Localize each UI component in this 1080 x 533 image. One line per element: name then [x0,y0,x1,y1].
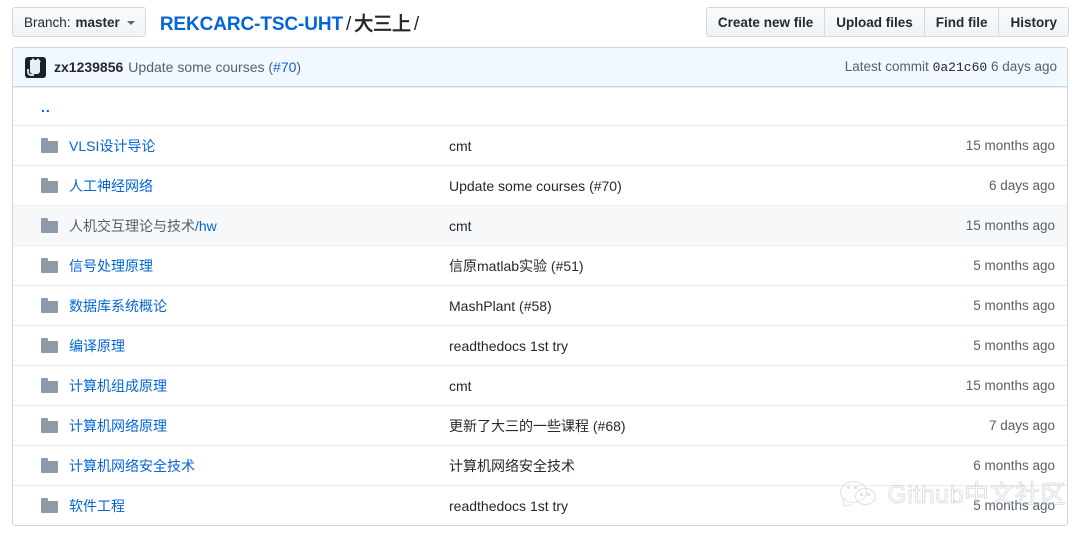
commit-sha[interactable]: 0a21c60 [933,60,988,75]
table-row[interactable]: 人机交互理论与技术/hw cmt 15 months ago [13,205,1067,245]
file-name-link[interactable]: 人机交互理论与技术/hw [69,216,217,236]
file-commit-message[interactable]: readthedocs 1st try [449,338,905,354]
file-name-cell: 编译原理 [25,336,449,356]
find-file-button[interactable]: Find file [925,7,1000,37]
file-age: 7 days ago [905,418,1055,433]
file-name-link[interactable]: 计算机网络原理 [69,416,167,436]
folder-icon [41,138,58,153]
file-name-cell: 计算机组成原理 [25,376,449,396]
breadcrumb-separator-2: / [411,14,422,35]
file-name-cell: VLSI设计导论 [25,136,449,156]
file-age: 15 months ago [905,138,1055,153]
file-browser: zx1239856 Update some courses (#70) Late… [12,47,1068,526]
breadcrumb: REKCARC-TSC-UHT/大三上/ [160,9,422,36]
folder-icon [41,178,58,193]
user-avatar[interactable] [25,57,46,78]
branch-label: Branch: [24,15,71,30]
upload-files-button[interactable]: Upload files [825,7,925,37]
file-name-link[interactable]: VLSI设计导论 [69,136,155,156]
table-row[interactable]: 软件工程 readthedocs 1st try 5 months ago [13,485,1067,525]
latest-commit-bar: zx1239856 Update some courses (#70) Late… [13,48,1067,87]
breadcrumb-current-folder: 大三上 [354,14,411,35]
folder-icon [41,458,58,473]
file-commit-message[interactable]: cmt [449,378,905,394]
folder-icon [41,218,58,233]
folder-icon [41,258,58,273]
breadcrumb-repo-link[interactable]: REKCARC-TSC-UHT [160,14,343,35]
history-button[interactable]: History [999,7,1069,37]
table-row[interactable]: 编译原理 readthedocs 1st try 5 months ago [13,325,1067,365]
table-row[interactable]: 信号处理原理 信原matlab实验 (#51) 5 months ago [13,245,1067,285]
file-name-cell: 信号处理原理 [25,256,449,276]
file-commit-message[interactable]: Update some courses (#70) [449,178,905,194]
file-age: 15 months ago [905,218,1055,233]
folder-icon [41,418,58,433]
parent-directory-link[interactable]: .. [25,99,51,115]
file-name-cell: 人工神经网络 [25,176,449,196]
table-row[interactable]: 数据库系统概论 MashPlant (#58) 5 months ago [13,285,1067,325]
file-name-cell: 人机交互理论与技术/hw [25,216,449,236]
commit-age: 6 days ago [991,59,1057,74]
file-age: 5 months ago [905,258,1055,273]
file-age: 5 months ago [905,498,1055,513]
file-name-link[interactable]: 信号处理原理 [69,256,153,276]
file-name-cell: 软件工程 [25,496,449,516]
file-name-link[interactable]: 数据库系统概论 [69,296,167,316]
file-name-cell: 计算机网络原理 [25,416,449,436]
file-name-child-part: /hw [195,218,217,234]
folder-icon [41,338,58,353]
repo-action-buttons: Create new file Upload files Find file H… [706,7,1069,37]
file-age: 6 months ago [905,458,1055,473]
file-age: 5 months ago [905,338,1055,353]
file-name-link[interactable]: 人工神经网络 [69,176,153,196]
file-commit-message[interactable]: 信原matlab实验 (#51) [449,256,905,276]
table-row[interactable]: 计算机网络原理 更新了大三的一些课程 (#68) 7 days ago [13,405,1067,445]
create-new-file-button[interactable]: Create new file [706,7,825,37]
file-commit-message[interactable]: readthedocs 1st try [449,498,905,514]
file-name-cell: 计算机网络安全技术 [25,456,449,476]
file-name-link[interactable]: 编译原理 [69,336,125,356]
commit-author[interactable]: zx1239856 [54,59,123,75]
file-name-link[interactable]: 计算机网络安全技术 [69,456,195,476]
branch-value: master [76,15,120,30]
file-commit-message[interactable]: cmt [449,218,905,234]
folder-icon [41,298,58,313]
file-name-link[interactable]: 软件工程 [69,496,125,516]
branch-selector-button[interactable]: Branch: master [12,7,146,37]
file-commit-message[interactable]: 更新了大三的一些课程 (#68) [449,416,905,436]
latest-commit-label: Latest commit [845,59,929,74]
file-age: 6 days ago [905,178,1055,193]
file-commit-message[interactable]: MashPlant (#58) [449,298,905,314]
folder-icon [41,498,58,513]
commit-issue-paren-close: ) [296,59,301,75]
file-name-cell: 数据库系统概论 [25,296,449,316]
commit-message: Update some courses (#70) [128,59,301,75]
table-row[interactable]: 计算机组成原理 cmt 15 months ago [13,365,1067,405]
latest-commit-info: Latest commit 0a21c60 6 days ago [845,59,1057,75]
file-age: 5 months ago [905,298,1055,313]
breadcrumb-separator-1: / [343,14,354,35]
file-name-parent-part: 人机交互理论与技术 [69,218,195,234]
commit-issue-link[interactable]: #70 [273,59,296,75]
file-name-link[interactable]: 计算机组成原理 [69,376,167,396]
table-row[interactable]: VLSI设计导论 cmt 15 months ago [13,125,1067,165]
chevron-down-icon [127,21,135,25]
repo-toolbar: Branch: master REKCARC-TSC-UHT/大三上/ Crea… [0,0,1080,44]
commit-message-text: Update some courses [128,59,264,75]
file-commit-message[interactable]: 计算机网络安全技术 [449,456,905,476]
table-row[interactable]: 人工神经网络 Update some courses (#70) 6 days … [13,165,1067,205]
table-row[interactable]: 计算机网络安全技术 计算机网络安全技术 6 months ago [13,445,1067,485]
file-age: 15 months ago [905,378,1055,393]
parent-directory-row[interactable]: .. [13,87,1067,125]
file-commit-message[interactable]: cmt [449,138,905,154]
folder-icon [41,378,58,393]
